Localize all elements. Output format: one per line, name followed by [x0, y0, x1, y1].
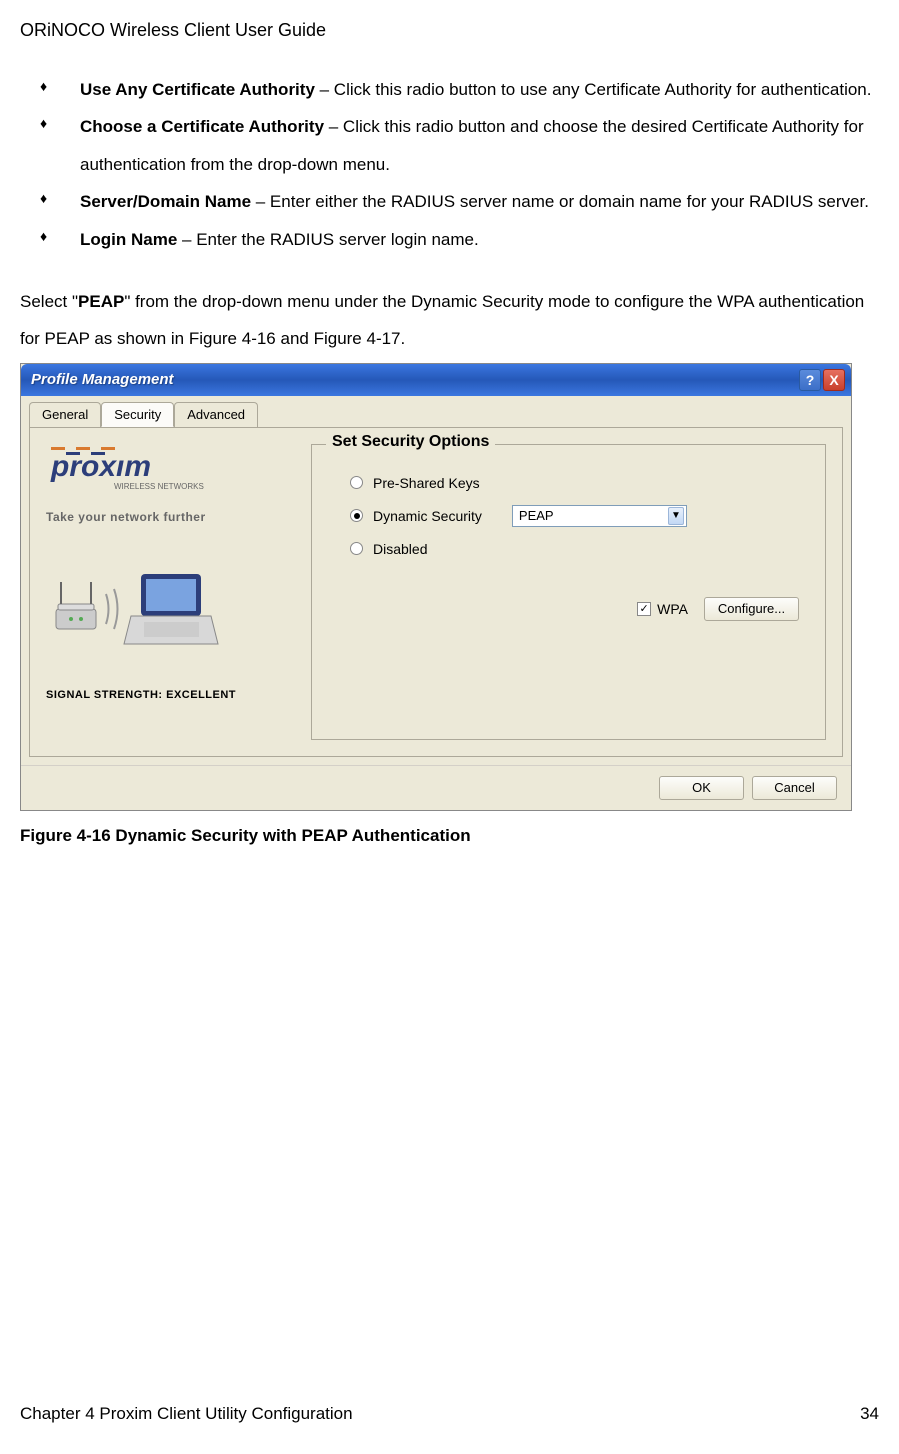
para-peap: PEAP — [78, 292, 124, 311]
bullet-title: Choose a Certificate Authority — [80, 117, 324, 136]
proxim-logo: proxım WIRELESS NETWORKS — [46, 444, 311, 504]
checkbox-icon: ✓ — [637, 602, 651, 616]
tab-security[interactable]: Security — [101, 402, 174, 427]
footer: Chapter 4 Proxim Client Utility Configur… — [20, 1404, 879, 1424]
tab-advanced[interactable]: Advanced — [174, 402, 258, 427]
footer-chapter: Chapter 4 Proxim Client Utility Configur… — [20, 1404, 353, 1424]
security-options-groupbox: Set Security Options Pre-Shared Keys Dyn… — [311, 444, 826, 740]
radio-preshared[interactable]: Pre-Shared Keys — [330, 475, 807, 491]
close-button[interactable]: X — [823, 369, 845, 391]
chevron-down-icon: ▼ — [668, 507, 684, 525]
page-number: 34 — [860, 1404, 879, 1424]
radio-disabled[interactable]: Disabled — [330, 541, 807, 557]
radio-icon — [350, 476, 363, 489]
tabs-row: General Security Advanced — [21, 396, 851, 427]
para-text: Select " — [20, 292, 78, 311]
radio-label: Disabled — [373, 541, 427, 557]
tab-content: proxım WIRELESS NETWORKS Take your netwo… — [29, 427, 843, 757]
bullet-title: Login Name — [80, 230, 177, 249]
figure-caption: Figure 4-16 Dynamic Security with PEAP A… — [20, 826, 879, 846]
bullet-item: Use Any Certificate Authority – Click th… — [55, 71, 879, 108]
bullet-title: Use Any Certificate Authority — [80, 80, 315, 99]
bullet-text: – Enter either the RADIUS server name or… — [251, 192, 869, 211]
button-row: OK Cancel — [21, 765, 851, 810]
tab-general[interactable]: General — [29, 402, 101, 427]
dialog-title: Profile Management — [31, 371, 174, 388]
bullet-item: Choose a Certificate Authority – Click t… — [55, 108, 879, 183]
radio-label: Dynamic Security — [373, 508, 482, 524]
radio-icon — [350, 542, 363, 555]
signal-strength-label: SIGNAL STRENGTH: EXCELLENT — [46, 689, 311, 701]
groupbox-title: Set Security Options — [326, 433, 495, 451]
radio-label: Pre-Shared Keys — [373, 475, 480, 491]
bullet-text: – Click this radio button to use any Cer… — [315, 80, 872, 99]
bullet-title: Server/Domain Name — [80, 192, 251, 211]
device-illustration — [46, 554, 311, 669]
dropdown-value: PEAP — [519, 508, 554, 523]
radio-icon — [350, 509, 363, 522]
svg-text:WIRELESS NETWORKS: WIRELESS NETWORKS — [114, 482, 204, 491]
left-column: proxım WIRELESS NETWORKS Take your netwo… — [46, 444, 311, 740]
wpa-checkbox[interactable]: ✓ WPA — [637, 601, 688, 617]
bullet-item: Login Name – Enter the RADIUS server log… — [55, 221, 879, 258]
titlebar-buttons: ? X — [799, 369, 845, 391]
header-title: ORiNOCO Wireless Client User Guide — [20, 20, 879, 41]
titlebar: Profile Management ? X — [21, 364, 851, 396]
configure-button[interactable]: Configure... — [704, 597, 799, 621]
bullet-item: Server/Domain Name – Enter either the RA… — [55, 183, 879, 220]
radio-dynamic[interactable]: Dynamic Security PEAP ▼ — [330, 505, 807, 527]
ok-button[interactable]: OK — [659, 776, 744, 800]
wpa-label: WPA — [657, 601, 688, 617]
paragraph: Select "PEAP" from the drop-down menu un… — [20, 283, 879, 358]
bullet-text: – Enter the RADIUS server login name. — [177, 230, 478, 249]
help-button[interactable]: ? — [799, 369, 821, 391]
bullet-list: Use Any Certificate Authority – Click th… — [20, 71, 879, 258]
security-dropdown[interactable]: PEAP ▼ — [512, 505, 687, 527]
tagline: Take your network further — [46, 510, 311, 524]
cancel-button[interactable]: Cancel — [752, 776, 837, 800]
para-text: " from the drop-down menu under the Dyna… — [20, 292, 864, 348]
wpa-row: ✓ WPA Configure... — [330, 597, 807, 621]
profile-management-dialog: Profile Management ? X General Security … — [20, 363, 852, 811]
